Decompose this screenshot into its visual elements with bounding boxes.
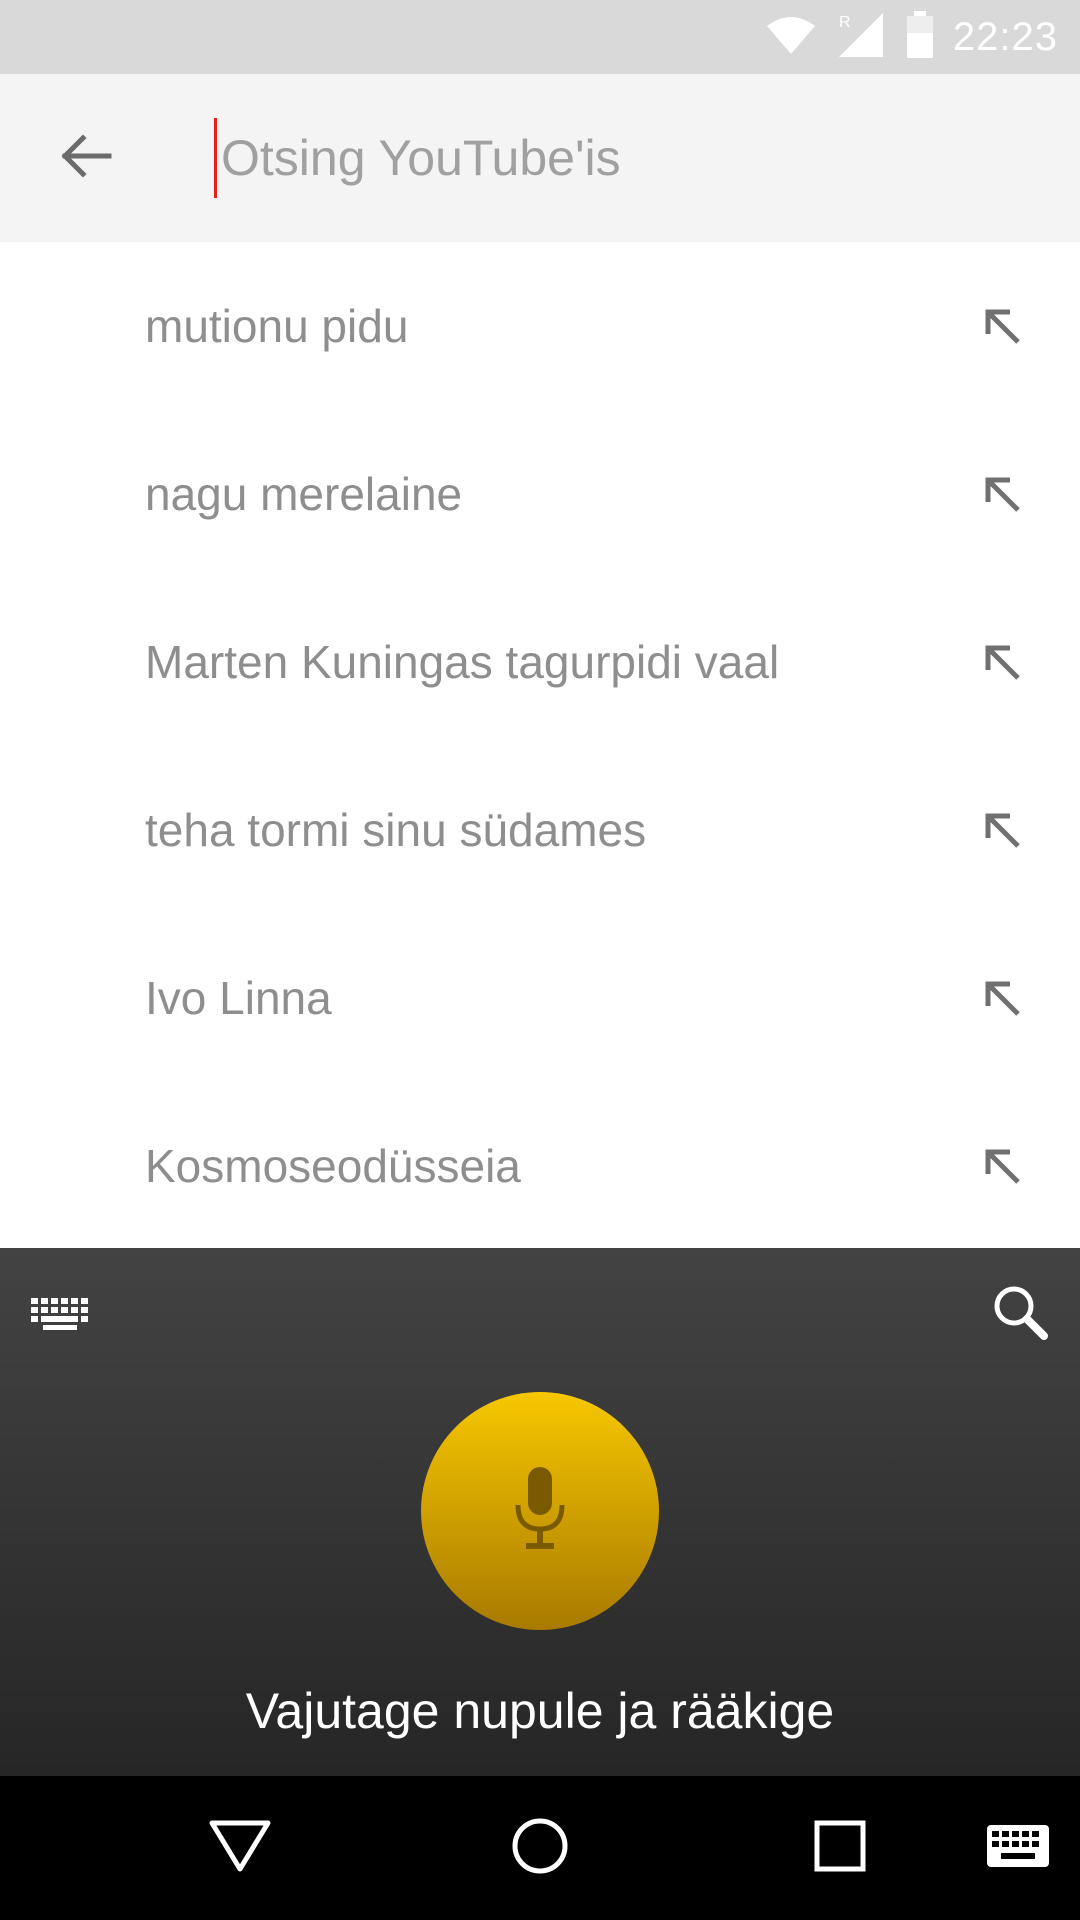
suggestion-item[interactable]: teha tormi sinu südames <box>0 746 1080 914</box>
suggestion-list: mutionu pidu nagu merelaine Marten Kunin… <box>0 242 1080 1248</box>
back-triangle-icon <box>208 1819 272 1878</box>
suggestion-item[interactable]: mutionu pidu <box>0 242 1080 410</box>
keyboard-icon <box>31 1297 89 1335</box>
home-circle-icon <box>510 1816 570 1881</box>
svg-text:R: R <box>839 14 851 31</box>
arrow-top-left-icon[interactable] <box>972 464 1032 524</box>
suggestion-text: nagu merelaine <box>145 468 463 520</box>
search-header <box>0 74 1080 242</box>
signal-roaming-icon: R <box>835 11 887 64</box>
nav-home-button[interactable] <box>490 1798 590 1898</box>
suggestion-text: mutionu pidu <box>145 300 409 352</box>
voice-hint: Vajutage nupule ja rääkige <box>245 1683 835 1739</box>
arrow-top-left-icon[interactable] <box>972 1136 1032 1196</box>
search-icon <box>990 1282 1050 1347</box>
screen: R 22:23 mutionu pid <box>0 0 1080 1920</box>
status-time: 22:23 <box>952 14 1058 59</box>
keyboard-button[interactable] <box>24 1288 96 1344</box>
mic-button[interactable] <box>421 1392 659 1630</box>
arrow-top-left-icon[interactable] <box>972 296 1032 356</box>
arrow-back-icon <box>59 132 113 185</box>
suggestion-text: Kosmoseodüsseia <box>145 1140 521 1192</box>
status-bar: R 22:23 <box>0 0 1080 74</box>
keyboard-switch-icon <box>987 1824 1049 1872</box>
recents-square-icon <box>813 1819 867 1878</box>
battery-icon <box>905 10 935 64</box>
arrow-top-left-icon[interactable] <box>972 800 1032 860</box>
arrow-top-left-icon[interactable] <box>972 968 1032 1028</box>
suggestion-item[interactable]: Kosmoseodüsseia <box>0 1082 1080 1248</box>
navigation-bar <box>0 1776 1080 1920</box>
search-input[interactable] <box>214 118 1041 198</box>
suggestion-text: Ivo Linna <box>145 972 332 1024</box>
nav-back-button[interactable] <box>190 1798 290 1898</box>
wifi-icon <box>765 14 817 61</box>
voice-input-panel: Vajutage nupule ja rääkige <box>0 1248 1080 1776</box>
suggestion-item[interactable]: Marten Kuningas tagurpidi vaal <box>0 578 1080 746</box>
status-icons: R 22:23 <box>765 0 1058 74</box>
suggestion-item[interactable]: nagu merelaine <box>0 410 1080 578</box>
arrow-top-left-icon[interactable] <box>972 632 1032 692</box>
microphone-icon <box>512 1466 568 1556</box>
back-button[interactable] <box>44 116 128 200</box>
nav-recents-button[interactable] <box>790 1798 890 1898</box>
suggestion-text: teha tormi sinu südames <box>145 804 647 856</box>
suggestion-text: Marten Kuningas tagurpidi vaal <box>145 636 780 688</box>
voice-search-button[interactable] <box>984 1278 1056 1350</box>
nav-keyboard-button[interactable] <box>968 1798 1068 1898</box>
suggestion-item[interactable]: Ivo Linna <box>0 914 1080 1082</box>
